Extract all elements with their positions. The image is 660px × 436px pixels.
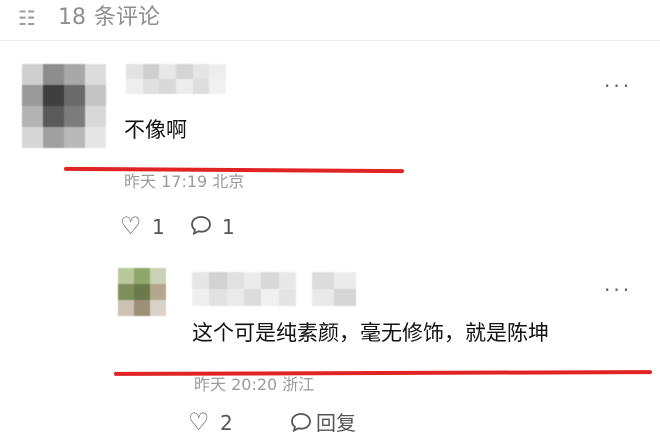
reply-count[interactable]: 1 (222, 216, 235, 238)
username-suffix (312, 272, 356, 306)
like-count[interactable]: 1 (152, 216, 165, 238)
reply-bubble-icon[interactable] (290, 412, 312, 432)
avatar[interactable] (22, 64, 106, 148)
username[interactable] (192, 272, 296, 306)
comment-meta: 昨天 20:20 浙江 (194, 375, 315, 394)
like-icon[interactable]: ♡ (120, 214, 142, 238)
more-options-button[interactable]: ··· (604, 76, 632, 96)
username[interactable] (126, 64, 226, 94)
reply-button[interactable]: 回复 (316, 412, 356, 434)
comment-list-icon: ☷ (18, 6, 36, 30)
comment-count: 18 (58, 5, 86, 30)
comment-text: 这个可是纯素颜，毫无修饰，就是陈坤 (192, 321, 549, 345)
header-divider (0, 40, 660, 41)
avatar[interactable] (118, 268, 166, 316)
like-icon[interactable]: ♡ (188, 410, 210, 434)
comment-meta: 昨天 17:19 北京 (124, 172, 245, 191)
reply-bubble-icon[interactable] (190, 215, 212, 235)
more-options-button[interactable]: ··· (604, 280, 632, 300)
like-count[interactable]: 2 (220, 412, 233, 434)
comment-count-label: 条评论 (94, 5, 161, 30)
comment-text: 不像啊 (124, 118, 187, 142)
